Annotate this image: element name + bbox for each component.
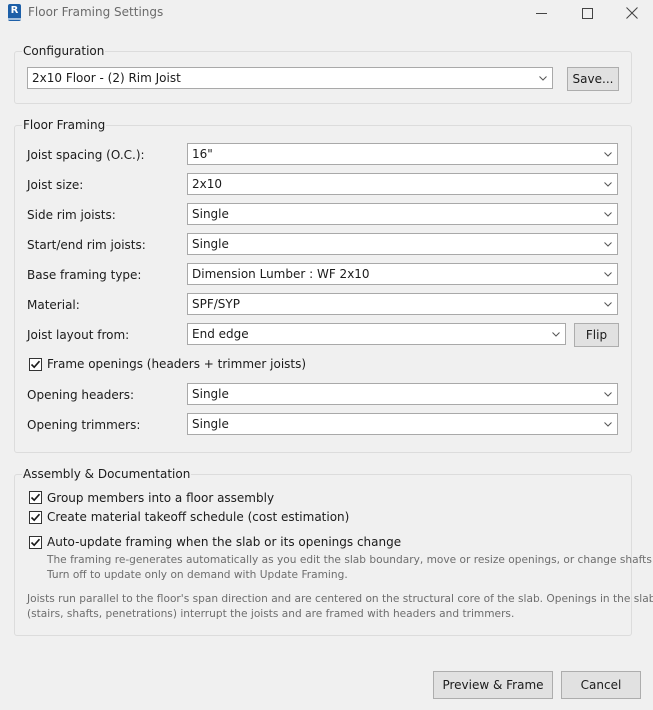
preview-and-frame-button[interactable]: Preview & Frame [433,671,553,699]
side-rim-joists-value: Single [192,207,229,221]
joist-size-label: Joist size: [27,178,84,192]
configuration-dropdown[interactable]: 2x10 Floor - (2) Rim Joist [27,67,553,89]
joist-spacing-label: Joist spacing (O.C.): [27,148,145,162]
group-members-checkbox[interactable] [29,491,42,504]
close-button[interactable] [609,0,653,26]
frame-openings-label: Frame openings (headers + trimmer joists… [47,357,307,371]
opening-headers-dropdown[interactable]: Single [187,383,618,405]
revit-app-icon: R [8,4,21,21]
checkmark-icon [30,538,41,547]
side-rim-joists-dropdown[interactable]: Single [187,203,618,225]
base-framing-type-dropdown[interactable]: Dimension Lumber : WF 2x10 [187,263,618,285]
opening-trimmers-value: Single [192,417,229,431]
opening-headers-label: Opening headers: [27,388,134,402]
checkmark-icon [30,493,41,502]
start-end-rim-joists-label: Start/end rim joists: [27,238,146,252]
chevron-down-icon [604,272,612,277]
configuration-value: 2x10 Floor - (2) Rim Joist [32,71,181,85]
window-title: Floor Framing Settings [28,5,164,19]
close-icon [626,7,638,19]
frame-openings-checkbox[interactable] [29,358,42,371]
chevron-down-icon [539,76,547,81]
auto-update-label: Auto-update framing when the slab or its… [47,535,402,549]
joist-layout-from-value: End edge [192,327,249,341]
chevron-down-icon [604,422,612,427]
framing-info-line-2: (stairs, shafts, penetrations) interrupt… [27,608,515,620]
flip-button[interactable]: Flip [574,323,619,347]
base-framing-type-label: Base framing type: [27,268,142,282]
start-end-rim-joists-value: Single [192,237,229,251]
start-end-rim-joists-dropdown[interactable]: Single [187,233,618,255]
base-framing-type-value: Dimension Lumber : WF 2x10 [192,267,370,281]
title-bar: R Floor Framing Settings [0,0,653,26]
auto-update-checkbox[interactable] [29,536,42,549]
auto-update-description-line-2: Turn off to update only on demand with U… [47,569,348,581]
material-label: Material: [27,298,80,312]
assembly-documentation-legend: Assembly & Documentation [23,467,191,481]
chevron-down-icon [604,212,612,217]
opening-trimmers-label: Opening trimmers: [27,418,141,432]
chevron-down-icon [604,242,612,247]
chevron-down-icon [604,152,612,157]
checkmark-icon [30,360,41,369]
auto-update-description-line-1: The framing re-generates automatically a… [47,554,653,566]
maximize-button[interactable] [564,0,610,26]
minimize-icon [535,12,547,14]
joist-size-value: 2x10 [192,177,223,191]
material-dropdown[interactable]: SPF/SYP [187,293,618,315]
joist-size-dropdown[interactable]: 2x10 [187,173,618,195]
cancel-button[interactable]: Cancel [561,671,641,699]
material-takeoff-label: Create material takeoff schedule (cost e… [47,510,350,524]
chevron-down-icon [552,332,560,337]
joist-spacing-value: 16" [192,147,213,161]
minimize-button[interactable] [518,0,564,26]
checkmark-icon [30,513,41,522]
chevron-down-icon [604,392,612,397]
chevron-down-icon [604,302,612,307]
side-rim-joists-label: Side rim joists: [27,208,116,222]
joist-layout-from-label: Joist layout from: [27,328,130,342]
material-value: SPF/SYP [192,297,240,311]
opening-trimmers-dropdown[interactable]: Single [187,413,618,435]
joist-spacing-dropdown[interactable]: 16" [187,143,618,165]
opening-headers-value: Single [192,387,229,401]
material-takeoff-checkbox[interactable] [29,511,42,524]
chevron-down-icon [604,182,612,187]
group-members-label: Group members into a floor assembly [47,491,275,505]
maximize-icon [581,7,593,19]
framing-info-line-1: Joists run parallel to the floor's span … [27,593,653,605]
save-configuration-button[interactable]: Save... [567,67,619,91]
floor-framing-legend: Floor Framing [23,118,106,132]
configuration-legend: Configuration [23,44,105,58]
joist-layout-from-dropdown[interactable]: End edge [187,323,566,345]
